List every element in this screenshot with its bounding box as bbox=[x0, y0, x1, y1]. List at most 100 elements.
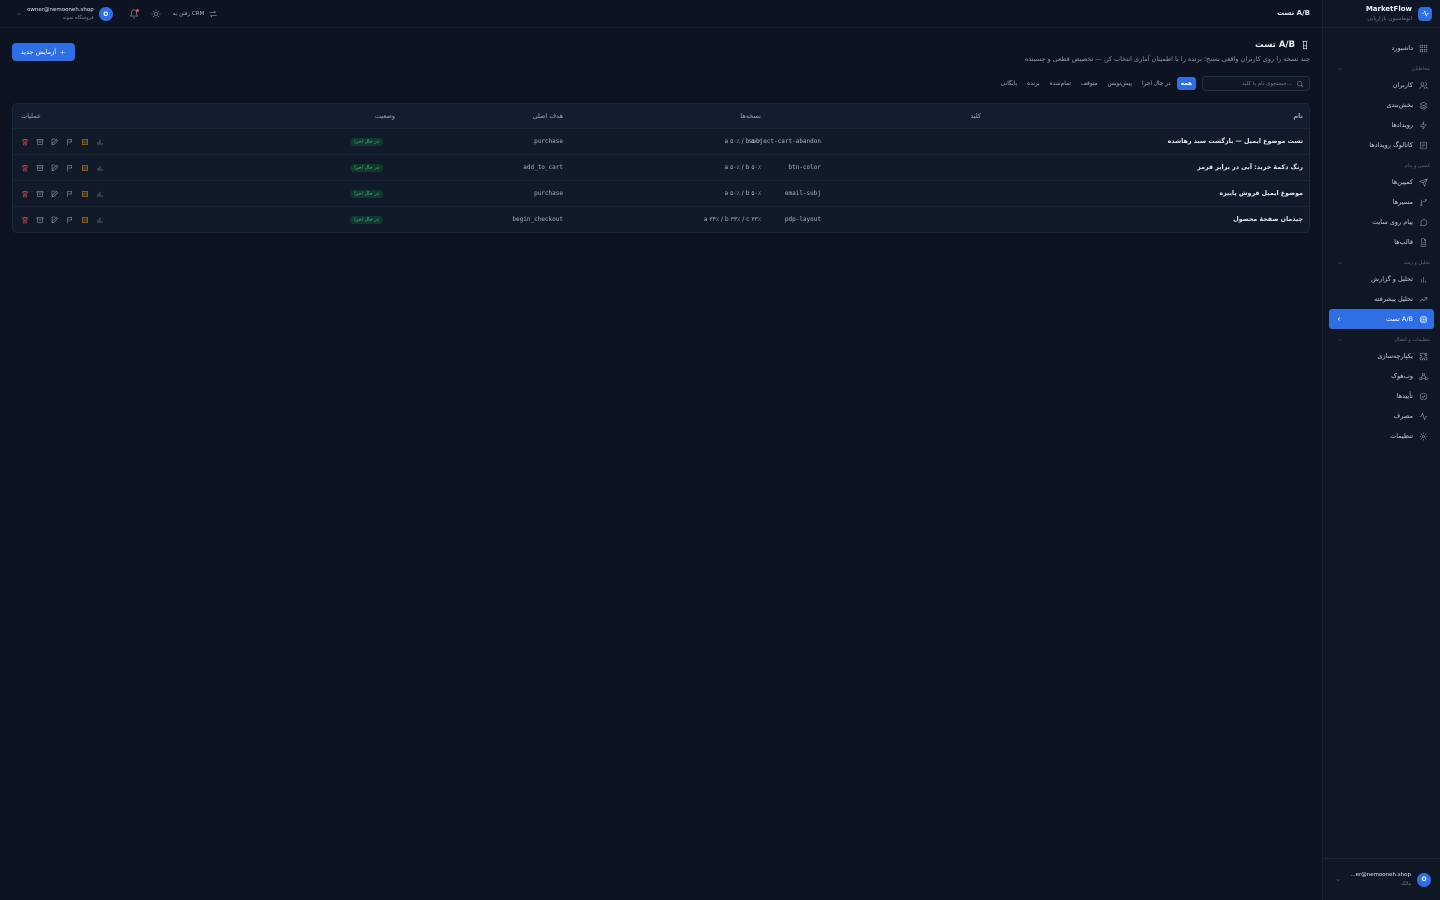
stop-icon bbox=[82, 164, 88, 171]
send-icon bbox=[1419, 177, 1428, 187]
column-header-name[interactable]: نام bbox=[1293, 104, 1303, 128]
account-menu[interactable]: owner@nemooneh.shop فروشگاه نمونه bbox=[27, 6, 94, 22]
sidebar-item-events[interactable]: رویدادها bbox=[1329, 115, 1434, 135]
go-to-crm-link[interactable]: رفتن به CRM bbox=[173, 9, 219, 19]
users-icon bbox=[1419, 81, 1428, 89]
archive-button[interactable] bbox=[36, 138, 44, 146]
sidebar-item-ab-test[interactable]: تست A/B bbox=[1329, 309, 1434, 329]
delete-button[interactable] bbox=[21, 164, 29, 172]
results-button[interactable] bbox=[96, 190, 104, 198]
section-header-audience[interactable]: مخاطبان bbox=[1323, 63, 1440, 75]
stop-button[interactable] bbox=[81, 138, 89, 146]
declare-winner-button[interactable] bbox=[66, 190, 74, 198]
stop-button[interactable] bbox=[81, 216, 89, 224]
page-subtitle: چند نسخه را روی کاربران واقعی بسنج؛ برند… bbox=[1024, 55, 1310, 63]
flag-icon bbox=[67, 216, 72, 223]
archive-button[interactable] bbox=[36, 216, 44, 224]
sidebar-item-event-catalog[interactable]: کاتالوگ رویدادها bbox=[1329, 135, 1434, 155]
sidebar-item-users[interactable]: کاربران bbox=[1329, 75, 1434, 95]
filter-archived[interactable]: بایگانی bbox=[997, 77, 1021, 90]
sidebar-item-templates[interactable]: قالب‌ها bbox=[1329, 232, 1434, 252]
avatar[interactable]: O bbox=[98, 7, 113, 21]
results-button[interactable] bbox=[96, 164, 104, 172]
experiment-goal: begin_checkout bbox=[512, 216, 563, 223]
sidebar-item-usage[interactable]: مصرف bbox=[1329, 406, 1434, 426]
sidebar-item-segments[interactable]: بخش‌بندی bbox=[1329, 95, 1434, 115]
chevron-down-icon[interactable] bbox=[16, 11, 22, 17]
results-button[interactable] bbox=[96, 138, 104, 146]
sidebar-item-onsite-message[interactable]: پیام روی سایت bbox=[1329, 212, 1434, 232]
filter-running[interactable]: در حال اجرا bbox=[1138, 77, 1175, 90]
sidebar-item-settings[interactable]: تنظیمات bbox=[1329, 426, 1434, 446]
flag-icon bbox=[67, 190, 72, 197]
table-row[interactable]: موضوع ایمیل فروش پاییزه email-subj a ۵۰٪… bbox=[13, 180, 1309, 206]
sidebar-item-approvals[interactable]: تأییدها bbox=[1329, 386, 1434, 406]
status-badge: در حال اجرا bbox=[350, 189, 383, 198]
stop-icon bbox=[82, 216, 88, 223]
column-header-variants[interactable]: نسخه‌ها bbox=[740, 104, 761, 128]
filter-completed[interactable]: تمام‌شده bbox=[1046, 77, 1075, 90]
edit-button[interactable] bbox=[51, 138, 59, 146]
sidebar-item-advanced-analytics[interactable]: تحلیل پیشرفته bbox=[1329, 289, 1434, 309]
sidebar-item-label: کاربران bbox=[1392, 81, 1413, 89]
stop-button[interactable] bbox=[81, 190, 89, 198]
stop-button[interactable] bbox=[81, 164, 89, 172]
sidebar-item-campaigns[interactable]: کمپین‌ها bbox=[1329, 172, 1434, 192]
archive-button[interactable] bbox=[36, 164, 44, 172]
section-header-settings[interactable]: تنظیمات و اتصال bbox=[1323, 334, 1440, 346]
results-button[interactable] bbox=[96, 216, 104, 224]
sidebar-nav: داشبورد مخاطبان کاربران بخش‌بندی رویداده… bbox=[1323, 28, 1440, 446]
filter-all[interactable]: همه bbox=[1176, 77, 1196, 90]
sidebar-item-label: قالب‌ها bbox=[1394, 238, 1413, 246]
puzzle-icon bbox=[1419, 352, 1428, 360]
declare-winner-button[interactable] bbox=[66, 138, 74, 146]
sidebar-user-menu[interactable]: ...er@nemooneh.shop مالک O bbox=[1323, 858, 1440, 900]
theme-toggle[interactable] bbox=[151, 9, 161, 19]
table-row[interactable]: چیدمان صفحهٔ محصول pdp-layout a ۳۴٪ / b … bbox=[13, 206, 1309, 232]
brand[interactable]: MarketFlow اتوماسیون بازاریابی bbox=[1323, 0, 1440, 28]
archive-button[interactable] bbox=[36, 190, 44, 198]
sidebar-item-label: تست A/B bbox=[1385, 315, 1413, 323]
declare-winner-button[interactable] bbox=[66, 164, 74, 172]
delete-button[interactable] bbox=[21, 216, 29, 224]
experiment-name[interactable]: تست موضوع ایمیل — بازگشت سبد رهاشده bbox=[1168, 129, 1303, 154]
trash-icon bbox=[21, 216, 29, 223]
sidebar-item-journeys[interactable]: مسیرها bbox=[1329, 192, 1434, 212]
table-row[interactable]: رنگ دکمهٔ خرید: آبی در برابر قرمز btn-co… bbox=[13, 154, 1309, 180]
chevron-down-icon bbox=[1338, 339, 1342, 342]
filter-paused[interactable]: متوقف bbox=[1077, 77, 1102, 90]
sidebar-item-label: تحلیل پیشرفته bbox=[1374, 295, 1413, 303]
crm-link-label: رفتن به CRM bbox=[172, 11, 205, 17]
trend-icon bbox=[1419, 296, 1428, 302]
edit-button[interactable] bbox=[51, 216, 59, 224]
row-actions bbox=[21, 181, 111, 206]
edit-button[interactable] bbox=[51, 190, 59, 198]
sidebar-item-integrations[interactable]: یکپارچه‌سازی bbox=[1329, 346, 1434, 366]
column-header-goal[interactable]: هدف اصلی bbox=[532, 104, 563, 128]
delete-button[interactable] bbox=[21, 190, 29, 198]
search-input[interactable]: جستجوی نام یا کلید... bbox=[1202, 76, 1310, 91]
column-header-status[interactable]: وضعیت bbox=[375, 104, 395, 128]
experiment-name[interactable]: موضوع ایمیل فروش پاییزه bbox=[1219, 181, 1303, 206]
filter-winner[interactable]: برنده bbox=[1023, 77, 1044, 90]
section-header-analytics[interactable]: تحلیل و رشد bbox=[1323, 257, 1440, 269]
sidebar-item-dashboard[interactable]: داشبورد bbox=[1329, 38, 1434, 58]
webhook-icon bbox=[1419, 372, 1428, 380]
experiment-name[interactable]: رنگ دکمهٔ خرید: آبی در برابر قرمز bbox=[1197, 155, 1303, 180]
filter-draft[interactable]: پیش‌نویس bbox=[1104, 77, 1136, 90]
delete-button[interactable] bbox=[21, 138, 29, 146]
bolt-icon bbox=[1420, 120, 1427, 130]
column-header-key[interactable]: کلید bbox=[970, 104, 981, 128]
section-header-campaigns[interactable]: کمپین و پیام bbox=[1323, 160, 1440, 172]
trash-icon bbox=[21, 138, 29, 145]
experiment-name[interactable]: چیدمان صفحهٔ محصول bbox=[1233, 207, 1303, 232]
new-experiment-button[interactable]: آزمایش جدید bbox=[12, 43, 75, 61]
file-icon bbox=[1420, 237, 1427, 247]
declare-winner-button[interactable] bbox=[66, 216, 74, 224]
notifications-button[interactable] bbox=[129, 9, 139, 19]
experiments-table: نام کلید نسخه‌ها هدف اصلی وضعیت عملیات ت… bbox=[12, 103, 1310, 233]
sidebar-item-webhook[interactable]: وب‌هوک bbox=[1329, 366, 1434, 386]
sidebar-item-reports[interactable]: تحلیل و گزارش bbox=[1329, 269, 1434, 289]
edit-button[interactable] bbox=[51, 164, 59, 172]
table-row[interactable]: تست موضوع ایمیل — بازگشت سبد رهاشده subj… bbox=[13, 128, 1309, 154]
